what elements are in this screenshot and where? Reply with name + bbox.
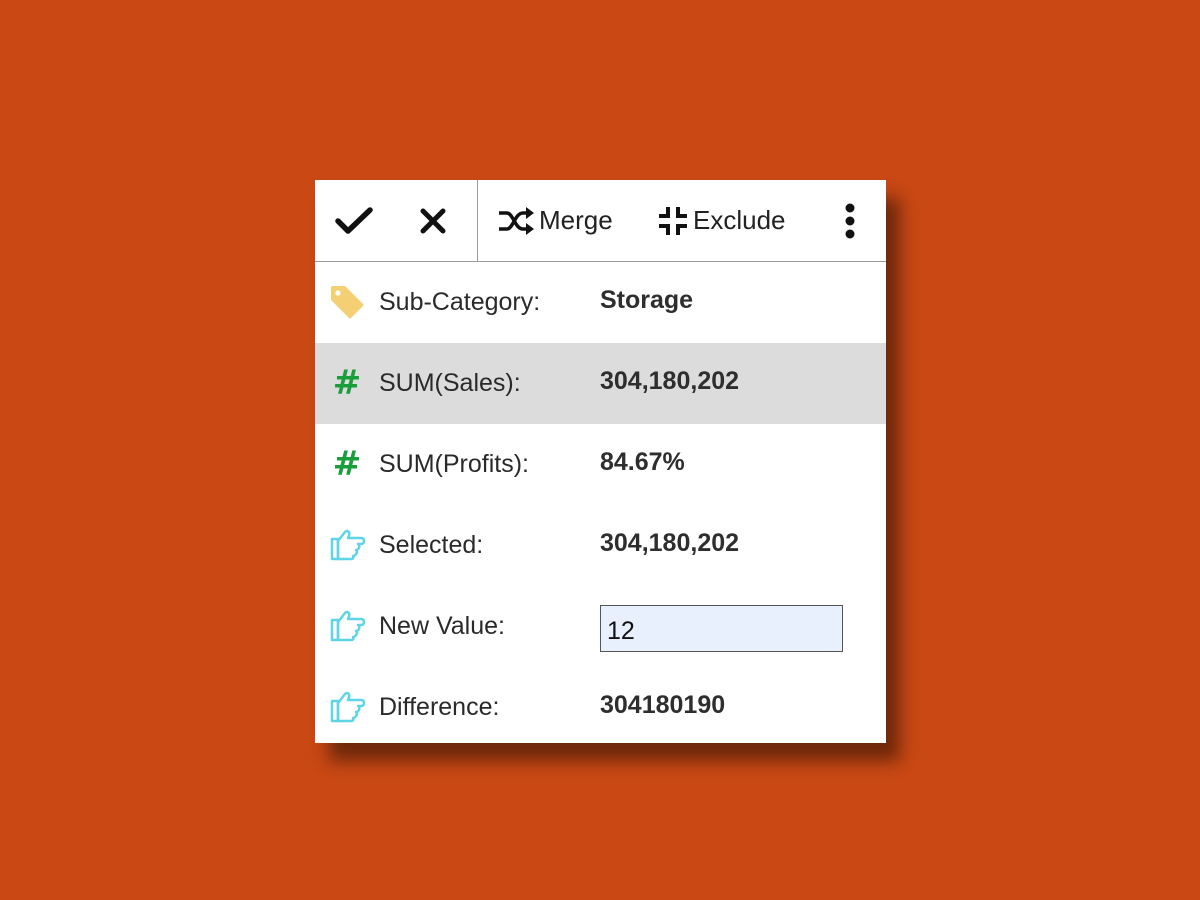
pointing-hand-icon (327, 687, 367, 727)
tooltip-panel: Merge Exclude Sub-Category: Storage # SU… (315, 180, 886, 743)
close-icon (419, 207, 447, 235)
field-label: SUM(Profits): (379, 450, 529, 478)
toolbar-divider (477, 180, 478, 262)
hash-icon: # (332, 444, 362, 484)
exclude-button[interactable]: Exclude (657, 180, 786, 261)
field-label: SUM(Sales): (379, 369, 521, 397)
confirm-button[interactable] (335, 180, 373, 261)
field-row-selected: Selected: 304,180,202 (315, 505, 886, 586)
field-value: Storage (600, 286, 694, 314)
exclude-label: Exclude (693, 205, 786, 235)
field-value: 304180190 (600, 691, 726, 719)
field-label: New Value: (379, 612, 505, 640)
shuffle-icon (497, 206, 535, 235)
vertical-dots-icon (843, 203, 857, 239)
merge-button[interactable]: Merge (497, 180, 613, 261)
tag-icon (327, 282, 367, 322)
field-value: 304,180,202 (600, 367, 740, 395)
field-row-sub-category: Sub-Category: Storage (315, 262, 886, 343)
toolbar: Merge Exclude (315, 180, 886, 262)
field-row-sum-profits: # SUM(Profits): 84.67% (315, 424, 886, 505)
hash-icon: # (332, 363, 362, 403)
new-value-input[interactable] (600, 605, 843, 652)
field-row-difference: Difference: 304180190 (315, 667, 886, 748)
merge-label: Merge (539, 205, 613, 235)
field-label: Selected: (379, 531, 484, 559)
pointing-hand-icon (327, 525, 367, 565)
more-options-button[interactable] (843, 180, 857, 261)
pointing-hand-icon (327, 606, 367, 646)
field-label: Difference: (379, 693, 500, 721)
field-value: 304,180,202 (600, 529, 740, 557)
field-row-new-value: New Value: (315, 586, 886, 667)
compress-icon (657, 205, 689, 237)
field-label: Sub-Category: (379, 288, 541, 316)
field-row-sum-sales: # SUM(Sales): 304,180,202 (315, 343, 886, 424)
checkmark-icon (335, 206, 373, 236)
cancel-button[interactable] (419, 180, 447, 261)
field-value: 84.67% (600, 448, 685, 476)
